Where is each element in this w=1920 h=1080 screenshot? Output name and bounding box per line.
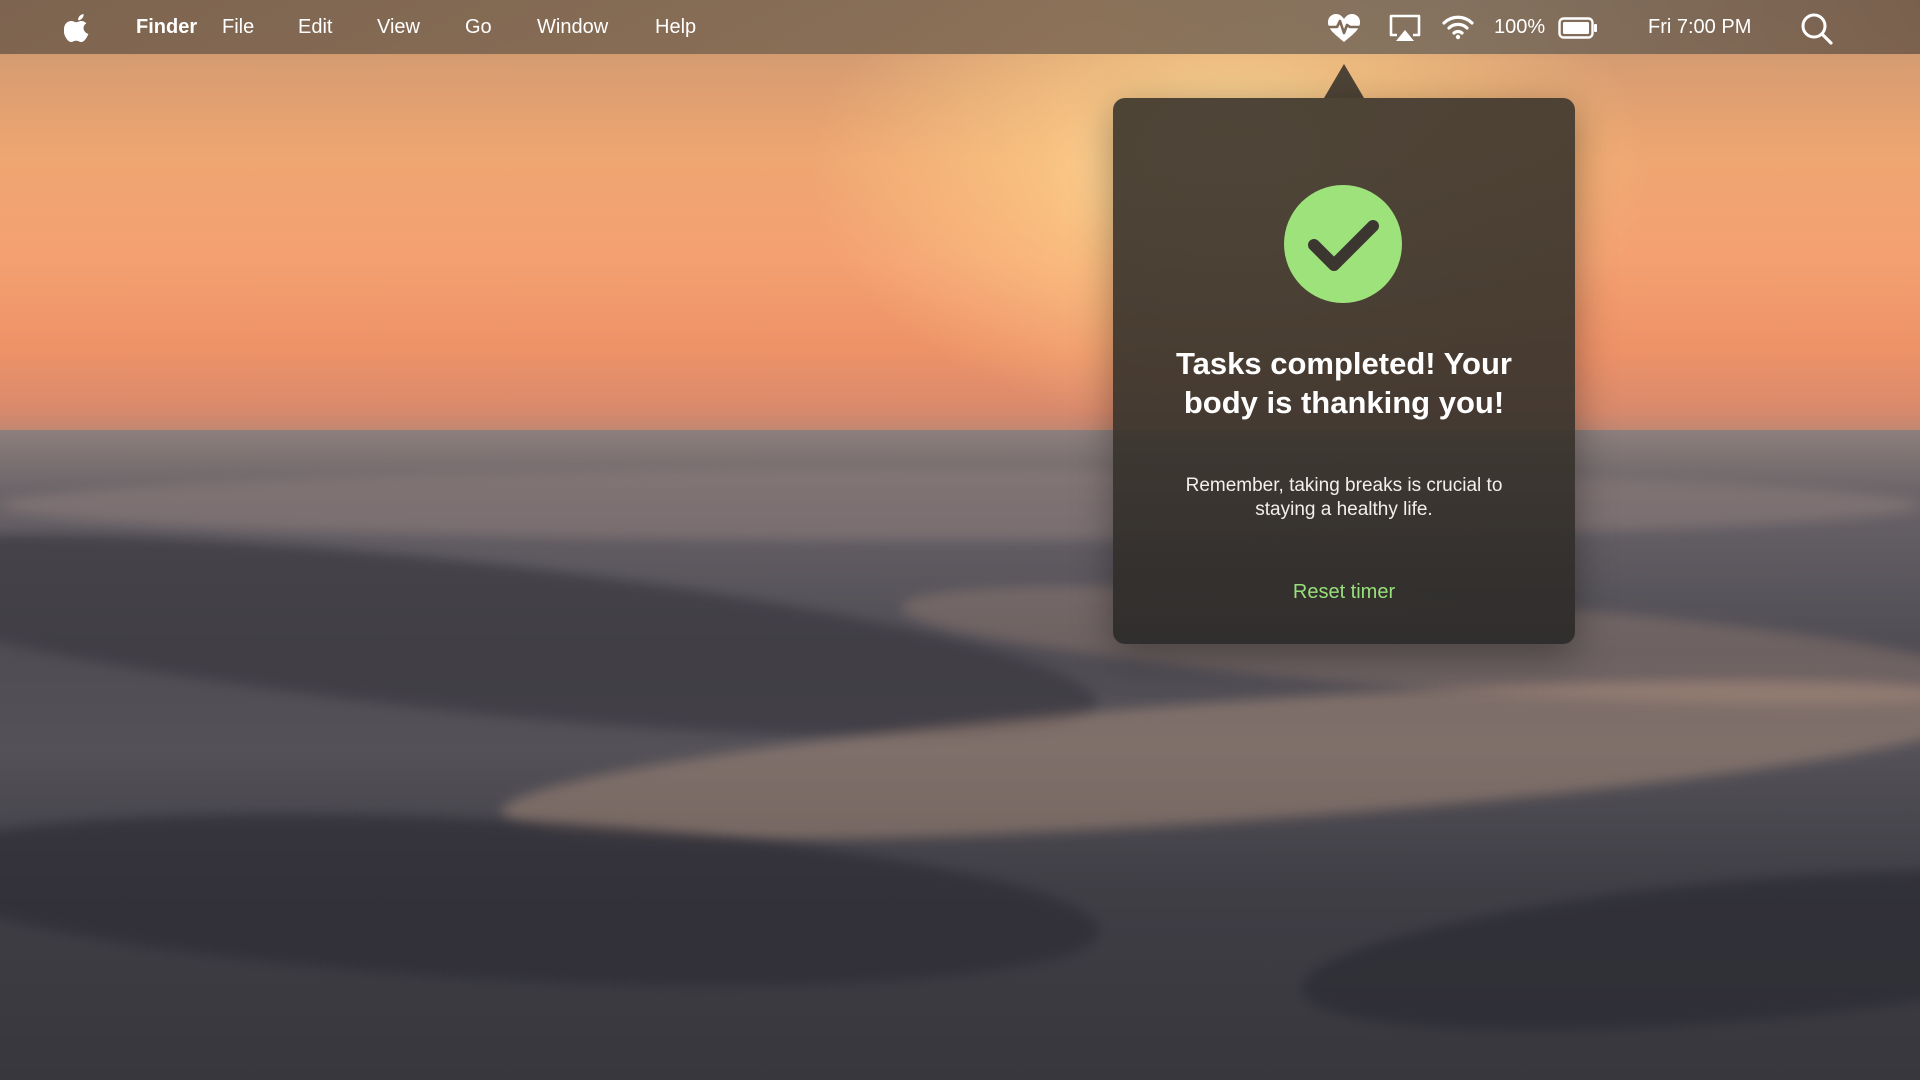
break-reminder-popover: Tasks completed! Your body is thanking y… bbox=[1113, 98, 1575, 644]
reset-timer-button[interactable]: Reset timer bbox=[1244, 579, 1444, 605]
apple-logo-icon[interactable] bbox=[64, 12, 92, 42]
desktop-wallpaper bbox=[0, 0, 1920, 1080]
menu-window[interactable]: Window bbox=[537, 15, 608, 39]
menu-edit[interactable]: Edit bbox=[298, 15, 332, 39]
heart-pulse-icon[interactable] bbox=[1326, 12, 1362, 44]
menu-help[interactable]: Help bbox=[655, 15, 696, 39]
search-icon[interactable] bbox=[1800, 12, 1834, 46]
menu-bar: Finder File Edit View Go Window Help 100… bbox=[0, 0, 1920, 54]
battery-percent: 100% bbox=[1494, 16, 1546, 38]
checkmark-circle-icon bbox=[1284, 185, 1402, 303]
battery-full-icon[interactable] bbox=[1558, 17, 1598, 39]
airplay-icon[interactable] bbox=[1388, 13, 1422, 43]
menu-view[interactable]: View bbox=[377, 15, 420, 39]
popover-message: Remember, taking breaks is crucial to st… bbox=[1185, 475, 1503, 520]
popover-title: Tasks completed! Your body is thanking y… bbox=[1176, 346, 1512, 420]
menu-clock[interactable]: Fri 7:00 PM bbox=[1648, 15, 1751, 39]
menu-go[interactable]: Go bbox=[465, 15, 492, 39]
menu-file[interactable]: File bbox=[222, 15, 254, 39]
wifi-icon[interactable] bbox=[1441, 12, 1475, 40]
popover-arrow bbox=[1324, 64, 1364, 98]
menu-app-name[interactable]: Finder bbox=[136, 15, 197, 39]
